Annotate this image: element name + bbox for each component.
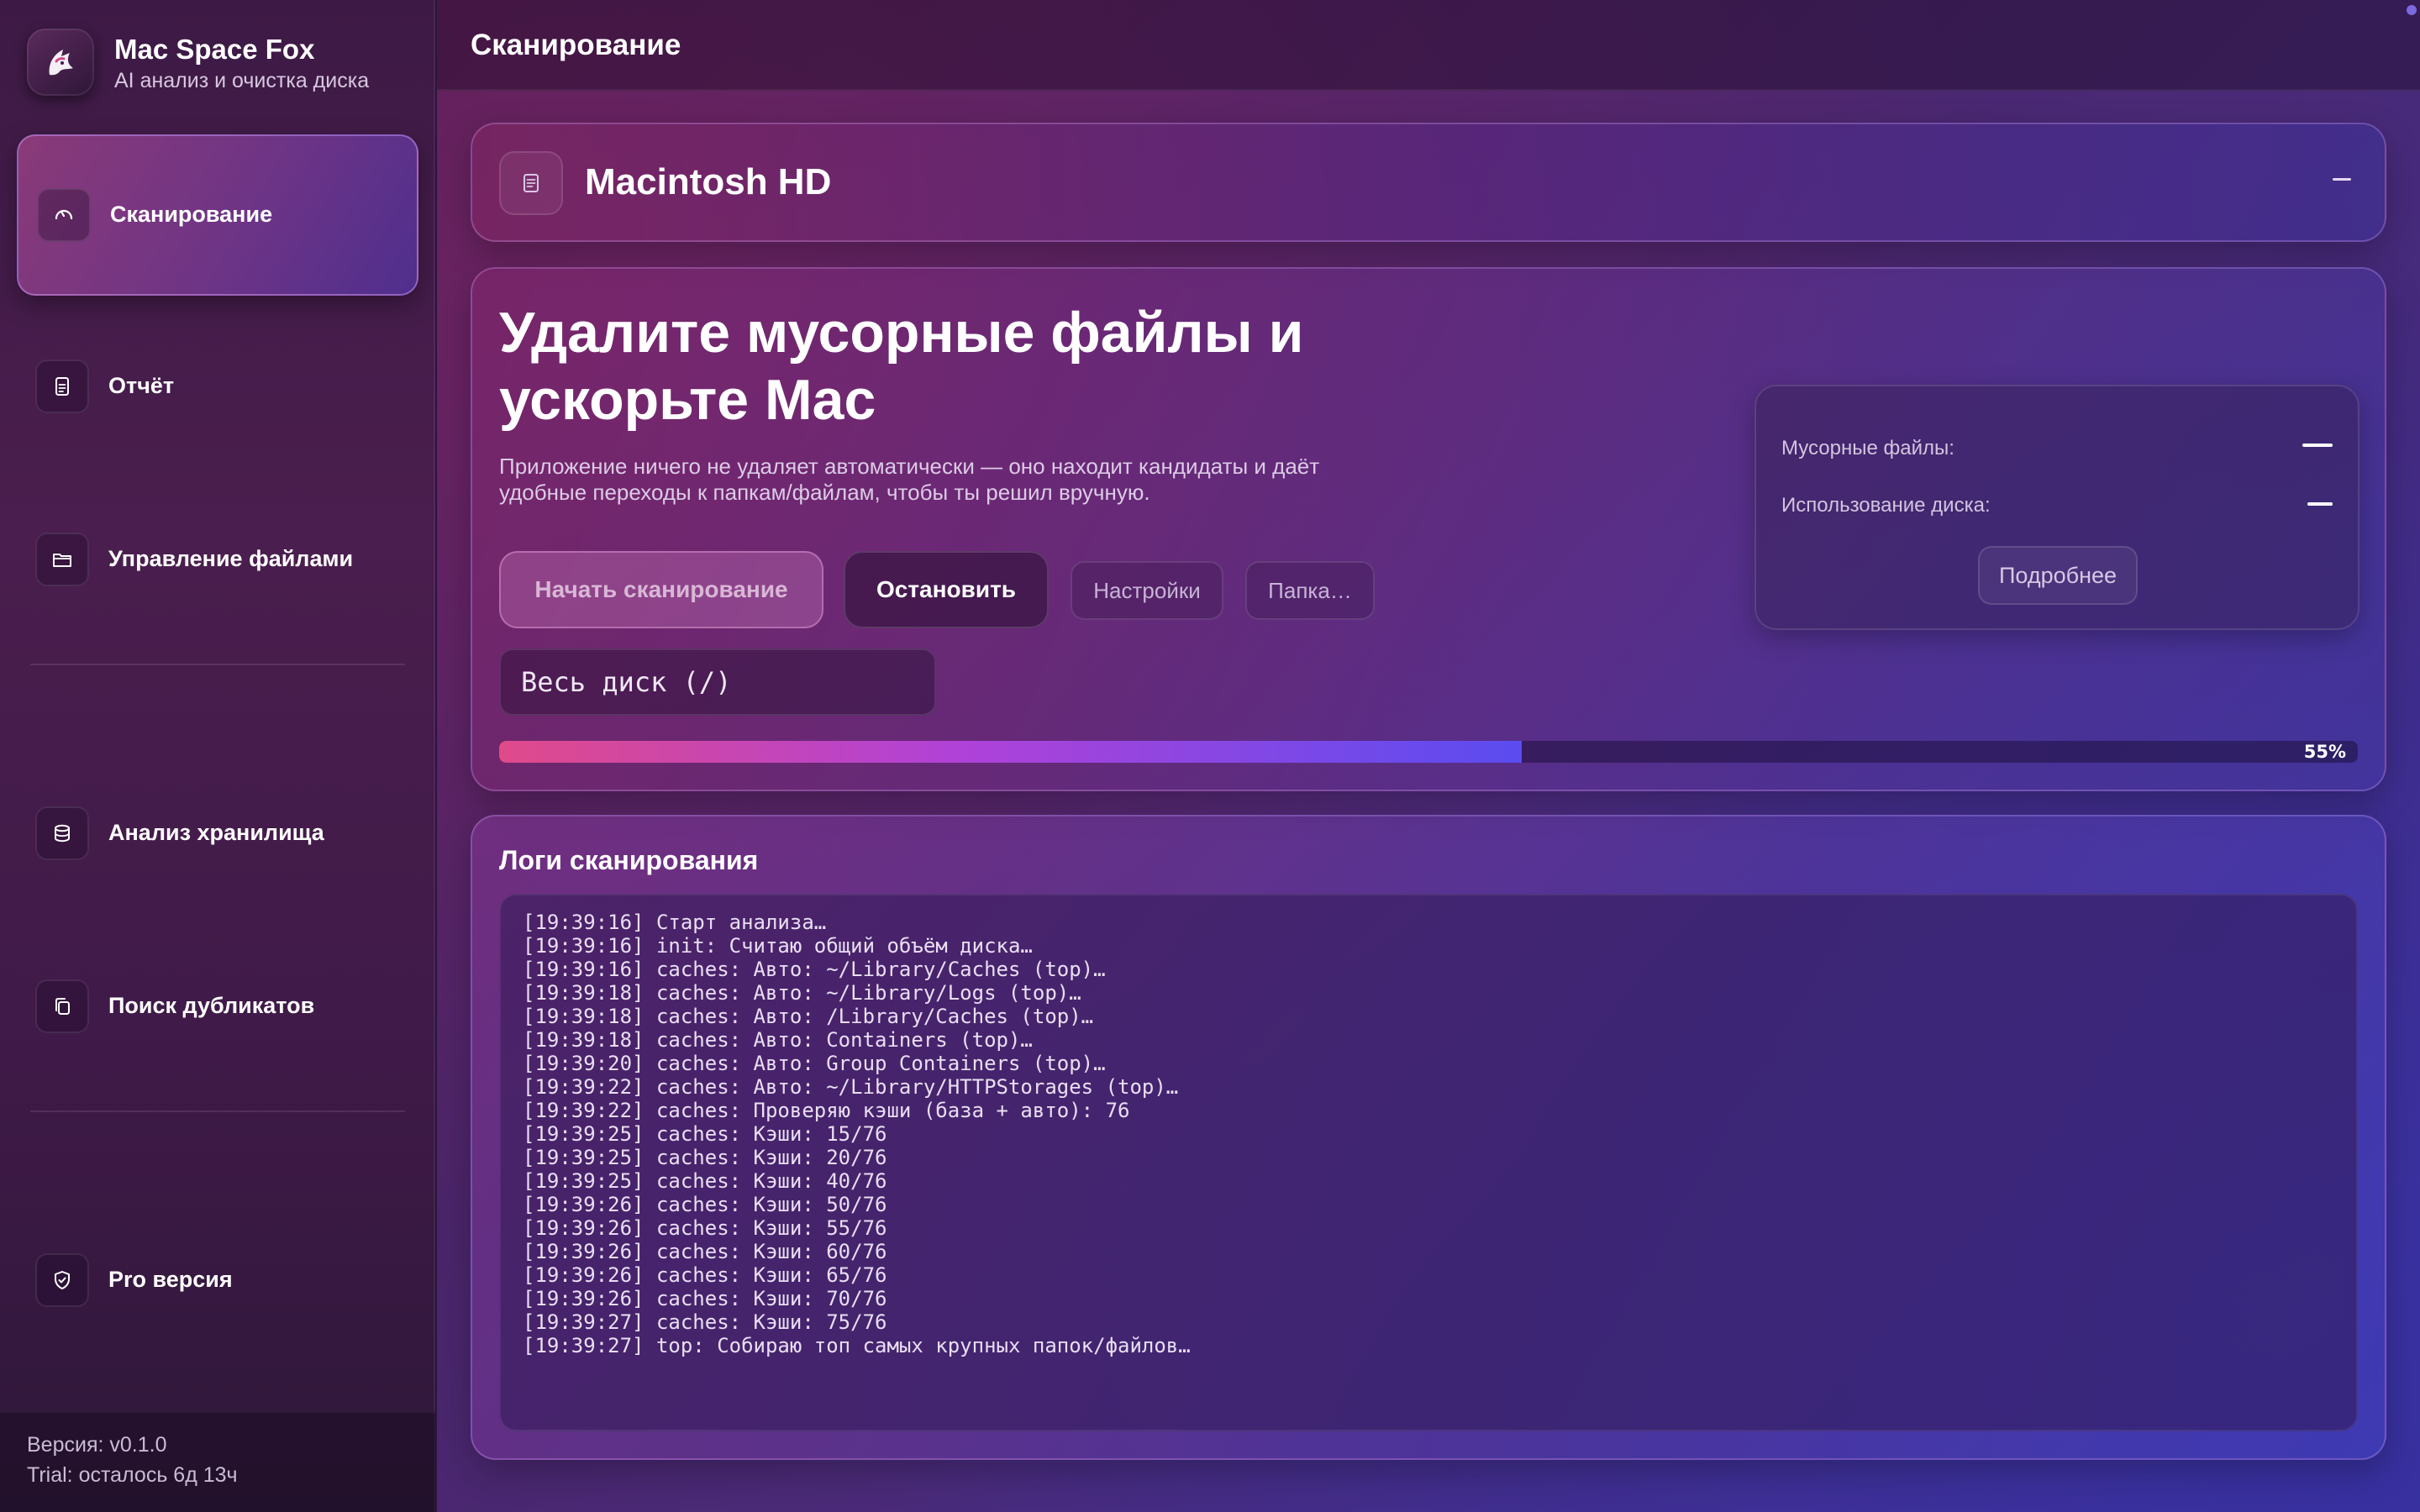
copy-icon bbox=[35, 979, 89, 1033]
sidebar-item-storage[interactable]: Анализ хранилища bbox=[17, 754, 418, 916]
log-line: [19:39:22] caches: Проверяю кэши (база +… bbox=[523, 1099, 1130, 1122]
details-button[interactable]: Подробнее bbox=[1978, 546, 2138, 605]
folder-icon bbox=[35, 533, 89, 586]
sidebar: Mac Space Fox AI анализ и очистка диска … bbox=[0, 0, 435, 1512]
log-line: [19:39:25] caches: Кэши: 15/76 bbox=[523, 1122, 887, 1146]
progress-fill bbox=[499, 741, 1522, 763]
start-scan-button[interactable]: Начать сканирование bbox=[499, 551, 823, 628]
log-line: [19:39:26] caches: Кэши: 70/76 bbox=[523, 1287, 887, 1310]
sidebar-item-label: Сканирование bbox=[110, 202, 273, 227]
sidebar-item-label: Управление файлами bbox=[108, 546, 354, 571]
sidebar-item-label: Pro версия bbox=[108, 1267, 233, 1292]
sidebar-item-duplicates[interactable]: Поиск дубликатов bbox=[17, 927, 418, 1089]
app-name: Mac Space Fox bbox=[114, 34, 315, 65]
sidebar-item-label: Анализ хранилища bbox=[108, 820, 324, 845]
fox-logo-icon bbox=[27, 29, 94, 96]
stats-panel: Мусорные файлы: Использование диска: Под… bbox=[1754, 385, 2360, 630]
database-icon bbox=[35, 806, 89, 860]
log-line: [19:39:18] caches: Авто: ~/Library/Logs … bbox=[523, 981, 1081, 1005]
log-line: [19:39:18] caches: Авто: Containers (top… bbox=[523, 1028, 1033, 1052]
app-subtitle: AI анализ и очистка диска bbox=[114, 69, 370, 92]
disk-usage-label: Использование диска: bbox=[1781, 494, 1991, 517]
log-line: [19:39:25] caches: Кэши: 20/76 bbox=[523, 1146, 887, 1169]
sidebar-item-scan[interactable]: Сканирование bbox=[17, 134, 418, 296]
log-line: [19:39:27] caches: Кэши: 75/76 bbox=[523, 1310, 887, 1334]
hero-title: Удалите мусорные файлы и ускорьте Mac bbox=[499, 301, 1304, 432]
log-line: [19:39:22] caches: Авто: ~/Library/HTTPS… bbox=[523, 1075, 1179, 1099]
collapse-button[interactable] bbox=[2321, 158, 2363, 200]
version-info: Версия: v0.1.0 Trial: осталось 6д 13ч bbox=[0, 1411, 435, 1512]
page-title: Сканирование bbox=[471, 29, 681, 61]
junk-files-label: Мусорные файлы: bbox=[1781, 437, 1954, 459]
log-line: [19:39:26] caches: Кэши: 50/76 bbox=[523, 1193, 887, 1216]
version-label: Версия: v0.1.0 bbox=[27, 1433, 167, 1457]
shield-check-icon bbox=[35, 1253, 89, 1307]
logs-card: Логи сканирования [19:39:16] Старт анали… bbox=[471, 815, 2386, 1460]
gauge-icon bbox=[37, 188, 91, 242]
log-line: [19:39:26] caches: Кэши: 60/76 bbox=[523, 1240, 887, 1263]
disk-usage-value bbox=[2307, 502, 2333, 506]
logs-output[interactable]: [19:39:16] Старт анализа… [19:39:16] init… bbox=[499, 894, 2358, 1431]
progress-percent: 55% bbox=[2303, 742, 2346, 762]
disk-icon bbox=[499, 151, 563, 215]
brand: Mac Space Fox AI анализ и очистка диска bbox=[27, 29, 413, 99]
logs-title: Логи сканирования bbox=[499, 845, 759, 875]
sidebar-item-pro[interactable]: Pro версия bbox=[17, 1201, 418, 1362]
status-dot bbox=[2407, 5, 2417, 15]
scan-progress-bar: 55% bbox=[499, 741, 2358, 763]
scan-path-select[interactable]: Весь диск (/) bbox=[499, 648, 936, 716]
disk-name: Macintosh HD bbox=[585, 161, 832, 202]
junk-files-value bbox=[2302, 444, 2333, 447]
minus-icon bbox=[2333, 178, 2351, 181]
log-line: [19:39:16] Старт анализа… bbox=[523, 911, 827, 934]
trial-label: Trial: осталось 6д 13ч bbox=[27, 1463, 238, 1487]
log-line: [19:39:16] caches: Авто: ~/Library/Cache… bbox=[523, 958, 1106, 981]
log-line: [19:39:26] caches: Кэши: 55/76 bbox=[523, 1216, 887, 1240]
log-line: [19:39:16] init: Считаю общий объём диск… bbox=[523, 934, 1033, 958]
sidebar-item-label: Отчёт bbox=[108, 373, 175, 398]
log-line: [19:39:25] caches: Кэши: 40/76 bbox=[523, 1169, 887, 1193]
hero-description: Приложение ничего не удаляет автоматичес… bbox=[499, 454, 1320, 505]
settings-button[interactable]: Настройки bbox=[1071, 561, 1223, 620]
log-line: [19:39:26] caches: Кэши: 65/76 bbox=[523, 1263, 887, 1287]
folder-button[interactable]: Папка… bbox=[1245, 561, 1375, 620]
scan-card: Удалите мусорные файлы и ускорьте Mac Пр… bbox=[471, 267, 2386, 791]
sidebar-divider bbox=[30, 664, 405, 665]
stop-button[interactable]: Остановить bbox=[844, 551, 1049, 628]
disk-card: Macintosh HD bbox=[471, 123, 2386, 242]
document-icon bbox=[35, 360, 89, 413]
log-line: [19:39:27] top: Собираю топ самых крупны… bbox=[523, 1334, 1191, 1357]
header: Сканирование bbox=[437, 0, 2420, 91]
sidebar-item-label: Поиск дубликатов bbox=[108, 993, 315, 1018]
sidebar-divider bbox=[30, 1110, 405, 1112]
sidebar-item-files[interactable]: Управление файлами bbox=[17, 480, 418, 642]
log-line: [19:39:20] caches: Авто: Group Container… bbox=[523, 1052, 1106, 1075]
main-content: Сканирование Macintosh HD Удалите мусорн… bbox=[437, 0, 2420, 1512]
sidebar-item-report[interactable]: Отчёт bbox=[17, 307, 418, 469]
log-line: [19:39:18] caches: Авто: /Library/Caches… bbox=[523, 1005, 1094, 1028]
